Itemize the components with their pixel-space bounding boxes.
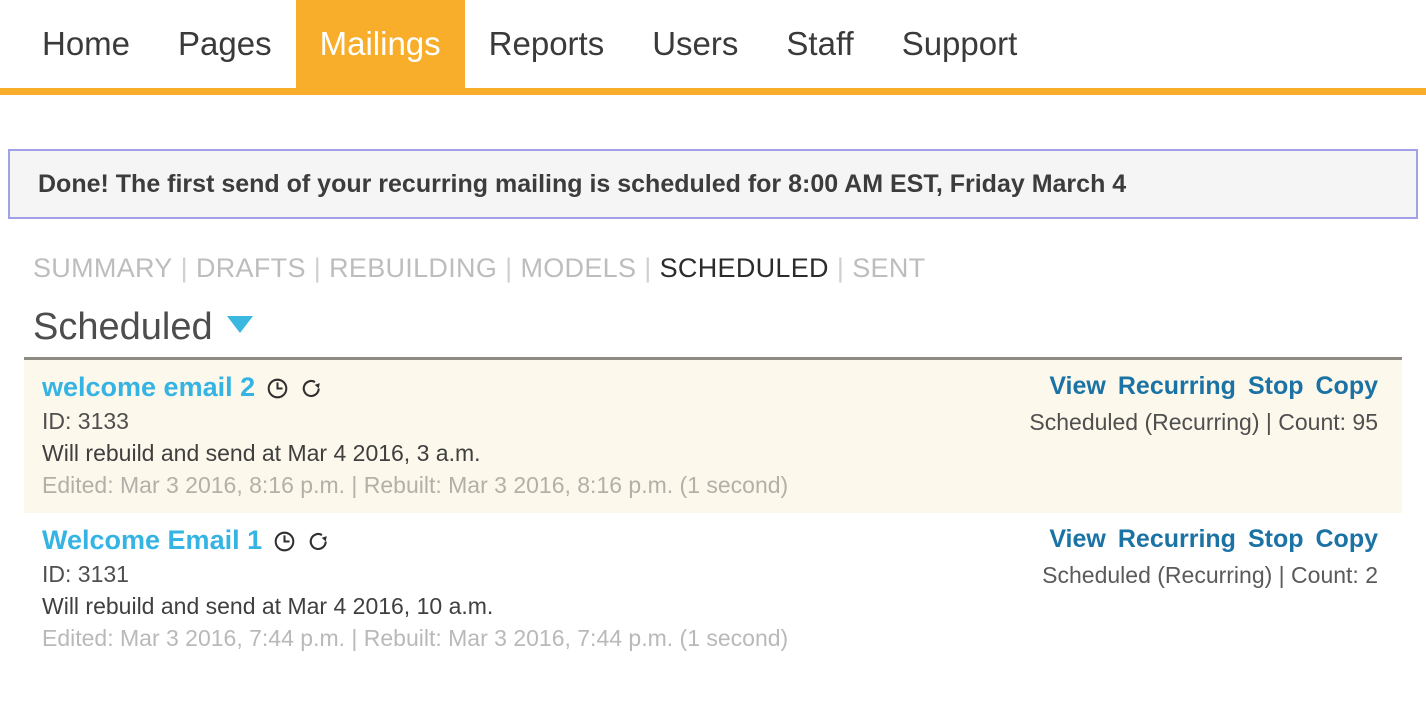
nav-tab-reports[interactable]: Reports bbox=[465, 0, 629, 88]
nav-tab-staff[interactable]: Staff bbox=[762, 0, 877, 88]
nav-tab-list: Home Pages Mailings Reports Users Staff … bbox=[0, 0, 1426, 88]
mailing-meta: Edited: Mar 3 2016, 7:44 p.m. | Rebuilt:… bbox=[42, 625, 789, 651]
mailing-id: ID: 3133 bbox=[42, 408, 129, 434]
mailing-actions: View Recurring Stop Copy Scheduled (Recurri… bbox=[1042, 525, 1402, 589]
mailing-filter-nav: SUMMARY | DRAFTS | REBUILDING | MODELS | SCHEDUL… bbox=[8, 253, 1418, 284]
nav-tab-staff-label: Staff bbox=[786, 25, 854, 62]
table-row[interactable]: welcome email 2 ID: 3133 Will rebuild an… bbox=[24, 360, 1402, 513]
nav-tab-home[interactable]: Home bbox=[18, 0, 154, 88]
recurring-icon[interactable] bbox=[307, 530, 330, 553]
clock-icon[interactable] bbox=[266, 377, 289, 400]
stop-link[interactable]: Stop bbox=[1248, 525, 1304, 553]
action-link-group: View Recurring Stop Copy bbox=[1042, 525, 1378, 554]
view-link[interactable]: View bbox=[1049, 525, 1106, 553]
nav-tab-mailings-label: Mailings bbox=[319, 25, 441, 62]
nav-tab-home-label: Home bbox=[42, 25, 131, 62]
recurring-icon[interactable] bbox=[300, 377, 323, 400]
copy-link[interactable]: Copy bbox=[1316, 525, 1379, 553]
nav-tab-reports-label: Reports bbox=[488, 25, 605, 62]
mailing-title-row: welcome email 2 bbox=[42, 372, 788, 403]
filter-link-drafts[interactable]: DRAFTS bbox=[196, 253, 306, 283]
mailing-details: welcome email 2 ID: 3133 Will rebuild an… bbox=[24, 372, 788, 499]
filter-separator: | bbox=[505, 253, 513, 283]
mailing-title-link[interactable]: Welcome Email 1 bbox=[42, 525, 262, 556]
nav-tab-support-label: Support bbox=[901, 25, 1018, 62]
nav-tab-users-label: Users bbox=[652, 25, 739, 62]
top-navigation-bar: Home Pages Mailings Reports Users Staff … bbox=[0, 0, 1426, 95]
action-link-group: View Recurring Stop Copy bbox=[1029, 372, 1378, 401]
filter-separator: | bbox=[180, 253, 188, 283]
status-badge: Scheduled (Recurring) | Count: 2 bbox=[1042, 562, 1378, 588]
stop-link[interactable]: Stop bbox=[1248, 372, 1304, 400]
nav-tab-mailings[interactable]: Mailings bbox=[295, 0, 465, 88]
nav-tab-pages-label: Pages bbox=[178, 25, 272, 62]
mailing-schedule: Will rebuild and send at Mar 4 2016, 3 a… bbox=[42, 440, 481, 466]
section-header: Scheduled bbox=[8, 306, 1418, 349]
filter-link-scheduled[interactable]: SCHEDULED bbox=[660, 253, 829, 283]
nav-tab-pages[interactable]: Pages bbox=[154, 0, 296, 88]
mailing-schedule: Will rebuild and send at Mar 4 2016, 10 … bbox=[42, 593, 494, 619]
mailing-title-row: Welcome Email 1 bbox=[42, 525, 788, 556]
clock-icon[interactable] bbox=[273, 530, 296, 553]
recurring-link[interactable]: Recurring bbox=[1118, 525, 1236, 553]
filter-link-rebuilding[interactable]: REBUILDING bbox=[329, 253, 497, 283]
filter-separator: | bbox=[313, 253, 322, 283]
status-banner-message: Done! The first send of your recurring m… bbox=[38, 169, 1127, 198]
filter-link-summary[interactable]: SUMMARY bbox=[33, 253, 173, 283]
mailing-details: Welcome Email 1 ID: 3131 Will rebuild an… bbox=[24, 525, 788, 652]
mailing-list: welcome email 2 ID: 3133 Will rebuild an… bbox=[24, 360, 1402, 666]
filter-link-sent[interactable]: SENT bbox=[852, 253, 925, 283]
filter-separator: | bbox=[644, 253, 652, 283]
status-badge: Scheduled (Recurring) | Count: 95 bbox=[1029, 409, 1378, 435]
status-banner: Done! The first send of your recurring m… bbox=[8, 149, 1418, 219]
nav-tab-support[interactable]: Support bbox=[878, 0, 1042, 88]
filter-separator: | bbox=[836, 253, 845, 283]
recurring-link[interactable]: Recurring bbox=[1118, 372, 1236, 400]
filter-link-models[interactable]: MODELS bbox=[520, 253, 636, 283]
nav-tab-users[interactable]: Users bbox=[628, 0, 762, 88]
chevron-down-icon[interactable] bbox=[226, 316, 253, 333]
mailing-meta: Edited: Mar 3 2016, 8:16 p.m. | Rebuilt:… bbox=[42, 472, 789, 498]
page-content: Done! The first send of your recurring m… bbox=[0, 149, 1426, 666]
nav-accent-rule bbox=[0, 88, 1426, 95]
mailing-title-link[interactable]: welcome email 2 bbox=[42, 372, 255, 403]
mailing-id: ID: 3131 bbox=[42, 561, 129, 587]
mailing-actions: View Recurring Stop Copy Scheduled (Recurri… bbox=[1029, 372, 1402, 436]
page-title: Scheduled bbox=[33, 306, 213, 348]
view-link[interactable]: View bbox=[1049, 372, 1106, 400]
table-row[interactable]: Welcome Email 1 ID: 3131 Will rebuild an… bbox=[24, 513, 1402, 666]
copy-link[interactable]: Copy bbox=[1316, 372, 1379, 400]
